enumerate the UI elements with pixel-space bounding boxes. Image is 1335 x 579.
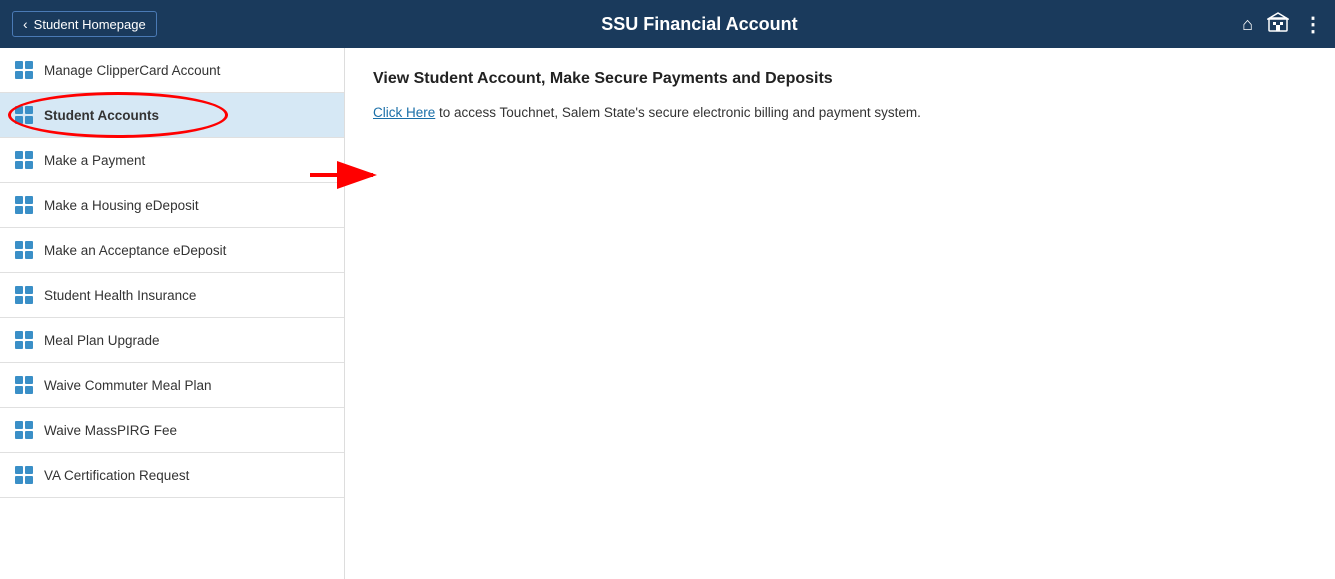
sidebar-collapse-button[interactable]: ▮▮ <box>344 294 345 334</box>
grid-icon <box>14 375 34 395</box>
grid-icon <box>14 330 34 350</box>
main-body-description: to access Touchnet, Salem State's secure… <box>435 105 921 120</box>
more-options-icon[interactable]: ⋮ <box>1303 12 1323 37</box>
sidebar-item-make-payment[interactable]: Make a Payment <box>0 138 344 183</box>
sidebar-label: Make an Acceptance eDeposit <box>44 243 226 258</box>
grid-icon <box>14 150 34 170</box>
sidebar: Manage ClipperCard Account Student Accou… <box>0 48 345 579</box>
main-content: View Student Account, Make Secure Paymen… <box>345 48 1335 579</box>
sidebar-label: VA Certification Request <box>44 468 189 483</box>
sidebar-label: Make a Payment <box>44 153 145 168</box>
grid-icon <box>14 465 34 485</box>
main-layout: Manage ClipperCard Account Student Accou… <box>0 48 1335 579</box>
grid-icon <box>14 420 34 440</box>
building-icon[interactable] <box>1267 12 1289 37</box>
header: ‹ Student Homepage SSU Financial Account… <box>0 0 1335 48</box>
sidebar-item-acceptance-edeposit[interactable]: Make an Acceptance eDeposit <box>0 228 344 273</box>
sidebar-label: Student Accounts <box>44 108 159 123</box>
sidebar-item-waive-masspirg-fee[interactable]: Waive MassPIRG Fee <box>0 408 344 453</box>
main-section-title: View Student Account, Make Secure Paymen… <box>373 70 921 88</box>
chevron-left-icon: ‹ <box>23 16 28 32</box>
sidebar-label: Meal Plan Upgrade <box>44 333 160 348</box>
grid-icon <box>14 105 34 125</box>
header-icons: ⌂ ⋮ <box>1242 12 1323 37</box>
home-icon[interactable]: ⌂ <box>1242 14 1253 35</box>
sidebar-item-student-health-insurance[interactable]: Student Health Insurance <box>0 273 344 318</box>
sidebar-label: Make a Housing eDeposit <box>44 198 199 213</box>
main-body-text: Click Here to access Touchnet, Salem Sta… <box>373 102 921 124</box>
sidebar-item-waive-commuter-meal-plan[interactable]: Waive Commuter Meal Plan <box>0 363 344 408</box>
back-button[interactable]: ‹ Student Homepage <box>12 11 157 37</box>
sidebar-item-meal-plan-upgrade[interactable]: Meal Plan Upgrade <box>0 318 344 363</box>
sidebar-item-manage-clippercard[interactable]: Manage ClipperCard Account <box>0 48 344 93</box>
back-label: Student Homepage <box>34 17 146 32</box>
grid-icon <box>14 285 34 305</box>
sidebar-label: Waive Commuter Meal Plan <box>44 378 212 393</box>
grid-icon <box>14 195 34 215</box>
sidebar-label: Waive MassPIRG Fee <box>44 423 177 438</box>
sidebar-item-student-accounts[interactable]: Student Accounts <box>0 93 344 138</box>
click-here-link[interactable]: Click Here <box>373 105 435 120</box>
grid-icon <box>14 60 34 80</box>
page-title: SSU Financial Account <box>157 14 1242 35</box>
sidebar-label: Manage ClipperCard Account <box>44 63 220 78</box>
sidebar-item-va-certification-request[interactable]: VA Certification Request <box>0 453 344 498</box>
sidebar-item-housing-edeposit[interactable]: Make a Housing eDeposit <box>0 183 344 228</box>
grid-icon <box>14 240 34 260</box>
sidebar-label: Student Health Insurance <box>44 288 196 303</box>
